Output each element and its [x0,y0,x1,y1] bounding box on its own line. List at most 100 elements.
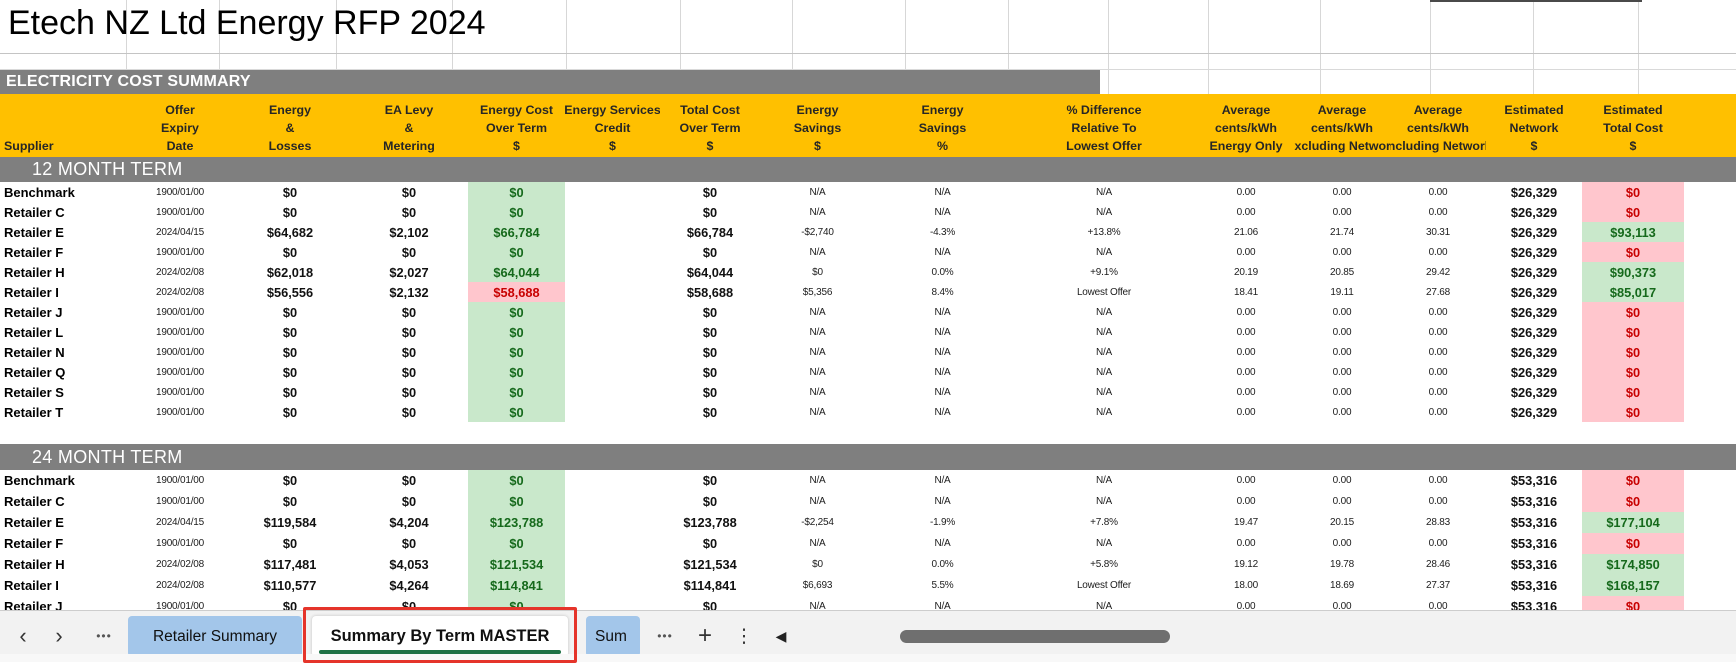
cell-avg_incl[interactable]: 27.37 [1390,575,1486,596]
cell-credit[interactable] [565,342,660,362]
cell-est_total[interactable]: $0 [1582,322,1684,342]
cell-ea_levy[interactable]: $0 [350,242,468,262]
cell-diff[interactable]: +7.8% [1010,512,1198,533]
cell-energy_cost[interactable]: $0 [468,302,565,322]
cell-total_cost[interactable]: $0 [660,402,760,422]
cell-avg_incl[interactable]: 0.00 [1390,362,1486,382]
cell-savings_pct[interactable]: -1.9% [875,512,1010,533]
cell-expiry[interactable]: 2024/02/08 [130,554,230,575]
cell-supplier[interactable]: Retailer S [0,382,130,402]
cell-total_cost[interactable]: $0 [660,470,760,491]
cell-energy_losses[interactable]: $0 [230,402,350,422]
cell-credit[interactable] [565,302,660,322]
cell-avg_excl[interactable]: 0.00 [1294,182,1390,202]
cell-avg_energy[interactable]: 0.00 [1198,322,1294,342]
cell-est_network[interactable]: $26,329 [1486,182,1582,202]
cell-avg_incl[interactable]: 28.46 [1390,554,1486,575]
cell-credit[interactable] [565,402,660,422]
cell-total_cost[interactable]: $0 [660,533,760,554]
cell-savings[interactable]: N/A [760,491,875,512]
cell-credit[interactable] [565,382,660,402]
cell-supplier[interactable]: Retailer Q [0,362,130,382]
cell-est_network[interactable]: $26,329 [1486,382,1582,402]
cell-energy_losses[interactable]: $0 [230,182,350,202]
cell-expiry[interactable]: 1900/01/00 [130,362,230,382]
cell-avg_excl[interactable]: 0.00 [1294,533,1390,554]
cell-savings_pct[interactable]: 0.0% [875,262,1010,282]
cell-savings[interactable]: N/A [760,402,875,422]
cell-savings_pct[interactable]: N/A [875,491,1010,512]
cell-energy_cost[interactable]: $0 [468,202,565,222]
cell-total_cost[interactable]: $0 [660,342,760,362]
cell-est_network[interactable]: $26,329 [1486,242,1582,262]
cell-credit[interactable] [565,182,660,202]
cell-savings[interactable]: $5,356 [760,282,875,302]
cell-est_network[interactable]: $26,329 [1486,362,1582,382]
cell-expiry[interactable]: 1900/01/00 [130,382,230,402]
cell-ea_levy[interactable]: $4,053 [350,554,468,575]
cell-ea_levy[interactable]: $0 [350,302,468,322]
cell-supplier[interactable]: Retailer I [0,575,130,596]
cell-total_cost[interactable]: $0 [660,322,760,342]
cell-energy_losses[interactable]: $117,481 [230,554,350,575]
cell-diff[interactable]: N/A [1010,322,1198,342]
cell-savings_pct[interactable]: N/A [875,362,1010,382]
cell-energy_losses[interactable]: $0 [230,342,350,362]
cell-diff[interactable]: N/A [1010,362,1198,382]
cell-total_cost[interactable]: $0 [660,182,760,202]
cell-expiry[interactable]: 1900/01/00 [130,322,230,342]
cell-avg_excl[interactable]: 0.00 [1294,322,1390,342]
cell-est_network[interactable]: $26,329 [1486,222,1582,242]
cell-avg_energy[interactable]: 20.19 [1198,262,1294,282]
cell-savings_pct[interactable]: N/A [875,242,1010,262]
section-band-12-month[interactable]: 12 MONTH TERM [0,157,1736,182]
cell-est_total[interactable]: $0 [1582,533,1684,554]
cell-avg_energy[interactable]: 19.12 [1198,554,1294,575]
cell-avg_excl[interactable]: 18.69 [1294,575,1390,596]
header-cell-avg_incl[interactable]: Averagecents/kWhIncluding Network [1390,94,1486,157]
cell-avg_excl[interactable]: 20.85 [1294,262,1390,282]
cell-savings[interactable]: N/A [760,470,875,491]
cell-est_network[interactable]: $26,329 [1486,302,1582,322]
cell-energy_cost[interactable]: $114,841 [468,575,565,596]
cell-est_total[interactable]: $177,104 [1582,512,1684,533]
cell-ea_levy[interactable]: $2,132 [350,282,468,302]
cell-avg_excl[interactable]: 0.00 [1294,382,1390,402]
cell-savings[interactable]: -$2,740 [760,222,875,242]
header-cell-savings_pct[interactable]: EnergySavings% [875,94,1010,157]
cell-total_cost[interactable]: $114,841 [660,575,760,596]
cell-diff[interactable]: N/A [1010,382,1198,402]
cell-supplier[interactable]: Retailer E [0,222,130,242]
cell-total_cost[interactable]: $58,688 [660,282,760,302]
cell-ea_levy[interactable]: $0 [350,182,468,202]
cell-avg_incl[interactable]: 0.00 [1390,302,1486,322]
cell-energy_losses[interactable]: $0 [230,202,350,222]
cell-diff[interactable]: N/A [1010,182,1198,202]
cell-credit[interactable] [565,575,660,596]
cell-ea_levy[interactable]: $0 [350,322,468,342]
cell-avg_energy[interactable]: 0.00 [1198,491,1294,512]
cell-total_cost[interactable]: $0 [660,302,760,322]
cell-energy_losses[interactable]: $62,018 [230,262,350,282]
h-scrollbar-thumb[interactable] [900,630,1170,643]
cell-est_network[interactable]: $26,329 [1486,402,1582,422]
cell-credit[interactable] [565,262,660,282]
cell-supplier[interactable]: Benchmark [0,470,130,491]
cell-energy_cost[interactable]: $0 [468,470,565,491]
cell-avg_incl[interactable]: 0.00 [1390,402,1486,422]
cell-est_total[interactable]: $0 [1582,491,1684,512]
cell-energy_losses[interactable]: $0 [230,491,350,512]
cell-expiry[interactable]: 2024/02/08 [130,262,230,282]
cell-est_network[interactable]: $26,329 [1486,282,1582,302]
more-sheets-left-icon[interactable]: ••• [86,621,122,651]
cell-energy_losses[interactable]: $0 [230,302,350,322]
cell-energy_cost[interactable]: $64,044 [468,262,565,282]
cell-total_cost[interactable]: $121,534 [660,554,760,575]
cell-diff[interactable]: N/A [1010,402,1198,422]
cell-energy_losses[interactable]: $56,556 [230,282,350,302]
cell-avg_excl[interactable]: 0.00 [1294,302,1390,322]
cell-avg_energy[interactable]: 0.00 [1198,302,1294,322]
section-band-24-month[interactable]: 24 MONTH TERM [0,444,1736,470]
cell-expiry[interactable]: 1900/01/00 [130,342,230,362]
cell-diff[interactable]: N/A [1010,202,1198,222]
